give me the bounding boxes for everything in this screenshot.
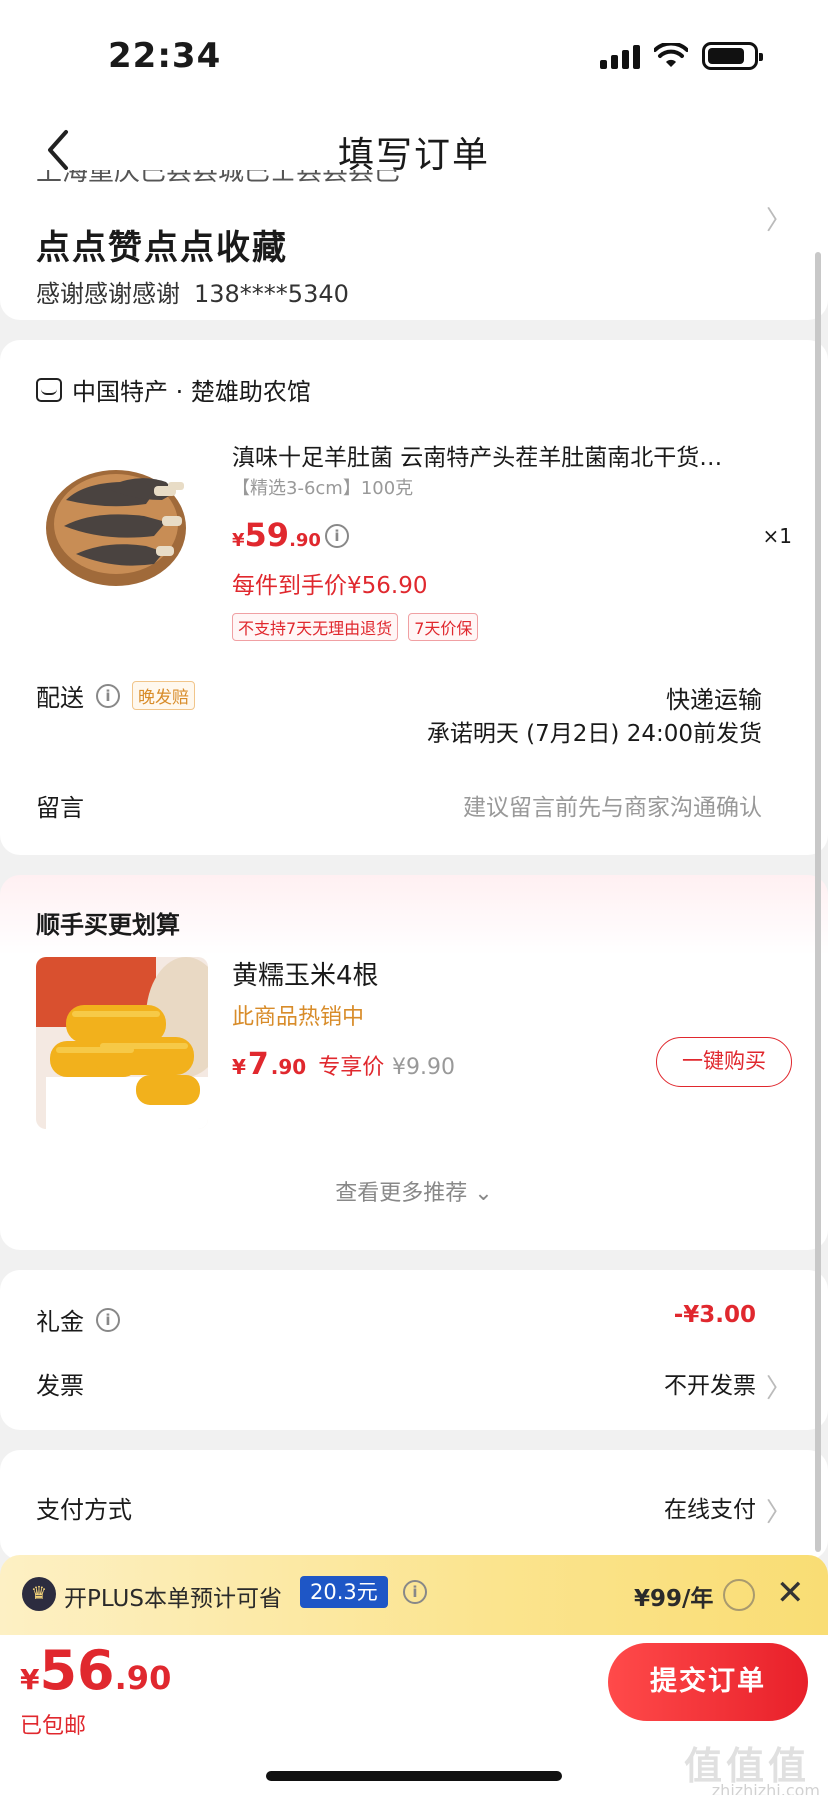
- price-decimal: .90: [289, 530, 321, 551]
- product-title[interactable]: 滇味十足羊肚菌 云南特产头茬羊肚菌南北干货…: [232, 438, 777, 472]
- free-shipping-label: 已包邮: [20, 1714, 87, 1739]
- recommend-price: ¥ 7 .90 专享价: [232, 1047, 384, 1082]
- signal-icon: [600, 43, 640, 69]
- product-image[interactable]: [36, 430, 206, 600]
- payment-card[interactable]: 支付方式 在线支付 〉: [0, 1450, 828, 1560]
- tag-price-protect: 7天价保: [408, 613, 479, 641]
- gift-row[interactable]: 礼金 i: [36, 1302, 120, 1337]
- product-tags: 不支持7天无理由退货 7天价保: [232, 613, 479, 641]
- scrollbar[interactable]: [815, 252, 821, 1552]
- tag-no-return: 不支持7天无理由退货: [232, 613, 399, 641]
- original-price: ¥9.90: [392, 1055, 455, 1080]
- gift-value: -¥3.00: [673, 1302, 756, 1328]
- battery-icon: [702, 42, 763, 70]
- more-recommend-link[interactable]: 查看更多推荐 ⌄: [0, 1175, 828, 1207]
- info-icon[interactable]: i: [96, 1307, 120, 1332]
- chevron-right-icon: 〉: [765, 206, 792, 236]
- recipient-contact: 感谢感谢感谢 138****5340: [36, 274, 349, 309]
- price-integer: 56: [39, 1639, 115, 1702]
- price-currency: ¥: [232, 530, 245, 551]
- status-icons: [600, 42, 763, 70]
- address-line: 上海重庆巴县县城巴士县县县巴: [36, 170, 401, 187]
- plus-save-badge: 20.3元: [300, 1576, 388, 1608]
- wifi-icon: [654, 43, 688, 67]
- plus-banner[interactable]: ♛ 开PLUS本单预计可省 20.3元 i ¥99/年 ✕: [0, 1555, 828, 1635]
- info-icon[interactable]: i: [403, 1580, 427, 1604]
- product-quantity: ×1: [762, 524, 792, 548]
- recommend-card: 顺手买更划算 黄糯玉米4根 此商品热销中 ¥ 7 .90 专享价 ¥9.90 一…: [0, 875, 828, 1250]
- info-icon[interactable]: i: [96, 683, 120, 708]
- price-decimal: .90: [270, 1055, 307, 1079]
- payment-value: 在线支付: [664, 1497, 756, 1523]
- address-card[interactable]: 上海重庆巴县县城巴士县县县巴 点点赞点点收藏 感谢感谢感谢 138****5340…: [0, 170, 828, 320]
- plus-crown-icon: ♛: [22, 1577, 56, 1611]
- exclusive-label: 专享价: [318, 1055, 385, 1080]
- price-currency: ¥: [20, 1663, 40, 1696]
- contact-phone: 138****5340: [194, 280, 349, 308]
- hand-price: 每件到手价¥56.90: [232, 573, 428, 599]
- shop-header[interactable]: 中国特产 · 楚雄助农馆: [36, 372, 311, 407]
- status-bar: 22:34: [0, 0, 828, 110]
- chevron-right-icon: 〉: [765, 1498, 792, 1528]
- price-integer: 59: [244, 516, 290, 554]
- shipping-method: 快递运输: [666, 686, 762, 714]
- recommend-name[interactable]: 黄糯玉米4根: [232, 955, 379, 992]
- shipping-label: 配送: [36, 684, 84, 712]
- watermark-url: zhizhizhi.com: [711, 1781, 820, 1795]
- payment-label: 支付方式: [36, 1496, 132, 1524]
- price-integer: 7: [247, 1047, 269, 1082]
- gift-label: 礼金: [36, 1308, 84, 1336]
- note-input[interactable]: 建议留言前先与商家沟通确认: [463, 788, 762, 822]
- price-currency: ¥: [232, 1055, 246, 1079]
- price-decimal: .90: [114, 1659, 172, 1697]
- recommend-hot: 此商品热销中: [232, 1005, 365, 1030]
- status-time: 22:34: [108, 36, 222, 76]
- late-ship-tag: 晚发赔: [132, 681, 195, 710]
- order-item-card: 中国特产 · 楚雄助农馆 滇味十足羊肚菌 云南特产头茬羊肚菌南北干货… 【精选3…: [0, 340, 828, 855]
- shipping-row: 配送 i 晚发赔: [36, 678, 195, 713]
- recipient-name: 点点赞点点收藏: [36, 228, 288, 268]
- bottom-bar: ¥ 56 .90 已包邮 提交订单 值值值 zhizhizhi.com: [0, 1635, 828, 1795]
- info-icon[interactable]: i: [325, 524, 349, 548]
- shop-name: 中国特产 · 楚雄助农馆: [72, 378, 311, 406]
- plus-text: 开PLUS本单预计可省: [64, 1586, 282, 1612]
- total-price: ¥ 56 .90: [20, 1639, 171, 1702]
- product-price: ¥ 59 .90: [232, 516, 321, 554]
- one-click-buy-button[interactable]: 一键购买: [656, 1037, 792, 1087]
- recommend-image[interactable]: [36, 957, 208, 1129]
- submit-order-button[interactable]: 提交订单: [608, 1643, 808, 1721]
- chevron-right-icon: 〉: [765, 1374, 792, 1404]
- recommend-title: 顺手买更划算: [36, 911, 180, 939]
- home-indicator[interactable]: [266, 1771, 562, 1781]
- discount-card: 礼金 i -¥3.00 发票 不开发票 〉: [0, 1270, 828, 1430]
- plus-price: ¥99/年: [634, 1586, 714, 1612]
- invoice-value[interactable]: 不开发票: [664, 1366, 756, 1400]
- close-icon[interactable]: ✕: [776, 1573, 805, 1613]
- invoice-label[interactable]: 发票: [36, 1366, 84, 1401]
- shop-icon: [36, 377, 62, 402]
- contact-name: 感谢感谢感谢: [36, 280, 180, 308]
- product-spec: 【精选3-6cm】100克: [232, 478, 414, 499]
- plus-select-radio[interactable]: [723, 1579, 755, 1611]
- note-label: 留言: [36, 794, 84, 822]
- shipping-promise: 承诺明天 (7月2日) 24:00前发货: [426, 721, 762, 747]
